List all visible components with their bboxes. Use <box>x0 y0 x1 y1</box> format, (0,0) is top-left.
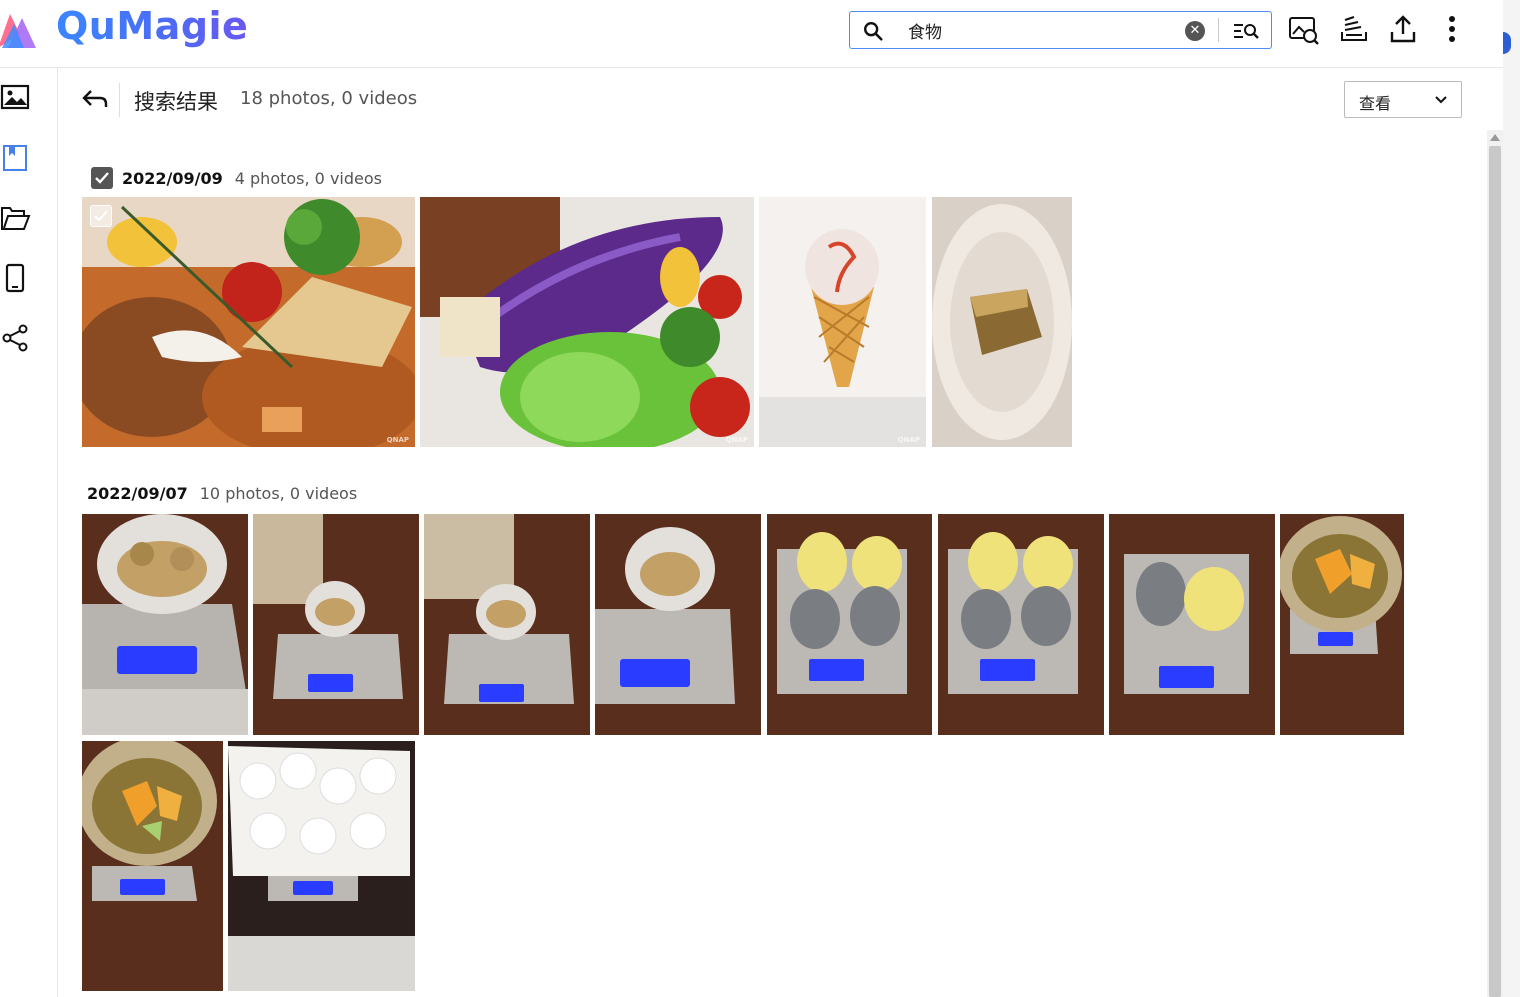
date-group-header: 2022/09/09 4 photos, 0 videos <box>91 167 382 189</box>
photo-select-checkbox[interactable] <box>90 205 112 227</box>
nav-share-icon[interactable] <box>0 322 32 354</box>
photo-thumbnail[interactable] <box>1109 514 1275 735</box>
search-bar[interactable]: ✕ <box>849 11 1272 49</box>
view-mode-select[interactable]: 查看 <box>1344 81 1462 118</box>
scroll-up-arrow-icon[interactable] <box>1490 134 1500 141</box>
group-date: 2022/09/07 <box>87 484 188 503</box>
group-date: 2022/09/09 <box>122 168 223 188</box>
photo-thumbnail[interactable]: QNAP <box>420 197 754 447</box>
search-input[interactable] <box>908 16 1178 44</box>
photo-thumbnail[interactable] <box>82 741 223 991</box>
photo-thumbnail[interactable] <box>767 514 932 735</box>
photo-thumbnail[interactable]: QNAP <box>759 197 926 447</box>
more-options-icon[interactable] <box>1434 12 1470 48</box>
group-count: 10 photos, 0 videos <box>199 484 358 503</box>
photo-thumbnail[interactable] <box>595 514 761 735</box>
advanced-search-icon[interactable] <box>1232 19 1260 43</box>
face-search-icon[interactable] <box>1286 12 1322 48</box>
tasks-stack-icon[interactable] <box>1336 12 1372 48</box>
watermark-text: QNAP <box>386 436 409 444</box>
results-count: 18 photos, 0 videos <box>240 88 418 109</box>
photo-thumbnail[interactable] <box>253 514 419 735</box>
results-header: 搜索结果 18 photos, 0 videos <box>58 68 1488 130</box>
photo-thumbnail[interactable] <box>424 514 590 735</box>
scrollbar-thumb[interactable] <box>1489 146 1501 997</box>
side-nav <box>0 68 58 997</box>
app-logo-icon <box>0 14 36 48</box>
app-logo-text[interactable]: QuMagie <box>56 4 248 48</box>
view-mode-value: 查看 <box>1359 94 1392 113</box>
watermark-text: QNAP <box>725 436 748 444</box>
photo-thumbnail[interactable]: QNAP <box>82 197 415 447</box>
page-title: 搜索结果 <box>134 90 218 114</box>
clear-search-icon[interactable]: ✕ <box>1185 21 1205 41</box>
chevron-down-icon <box>1435 96 1447 104</box>
top-bar: QuMagie ✕ <box>0 0 1503 68</box>
date-group-header: 2022/09/07 10 photos, 0 videos <box>87 484 357 503</box>
photo-thumbnail[interactable] <box>1280 514 1404 735</box>
photo-thumbnail[interactable] <box>938 514 1104 735</box>
nav-albums-icon[interactable] <box>0 142 32 174</box>
search-icon[interactable] <box>862 20 884 42</box>
photo-thumbnail[interactable] <box>932 197 1072 447</box>
nav-devices-icon[interactable] <box>0 262 32 294</box>
watermark-text: QNAP <box>897 436 920 444</box>
search-divider <box>1218 18 1219 42</box>
scrollbar[interactable] <box>1487 130 1503 997</box>
upload-icon[interactable] <box>1385 12 1421 48</box>
window-edge <box>1503 0 1520 997</box>
header-divider <box>119 83 120 117</box>
group-count: 4 photos, 0 videos <box>234 168 382 188</box>
nav-folders-icon[interactable] <box>0 202 32 234</box>
photo-thumbnail[interactable] <box>82 514 248 735</box>
photo-thumbnail[interactable] <box>228 741 415 991</box>
select-group-checkbox[interactable] <box>91 167 113 189</box>
nav-photos-icon[interactable] <box>0 82 32 114</box>
back-arrow-icon[interactable] <box>80 84 110 114</box>
